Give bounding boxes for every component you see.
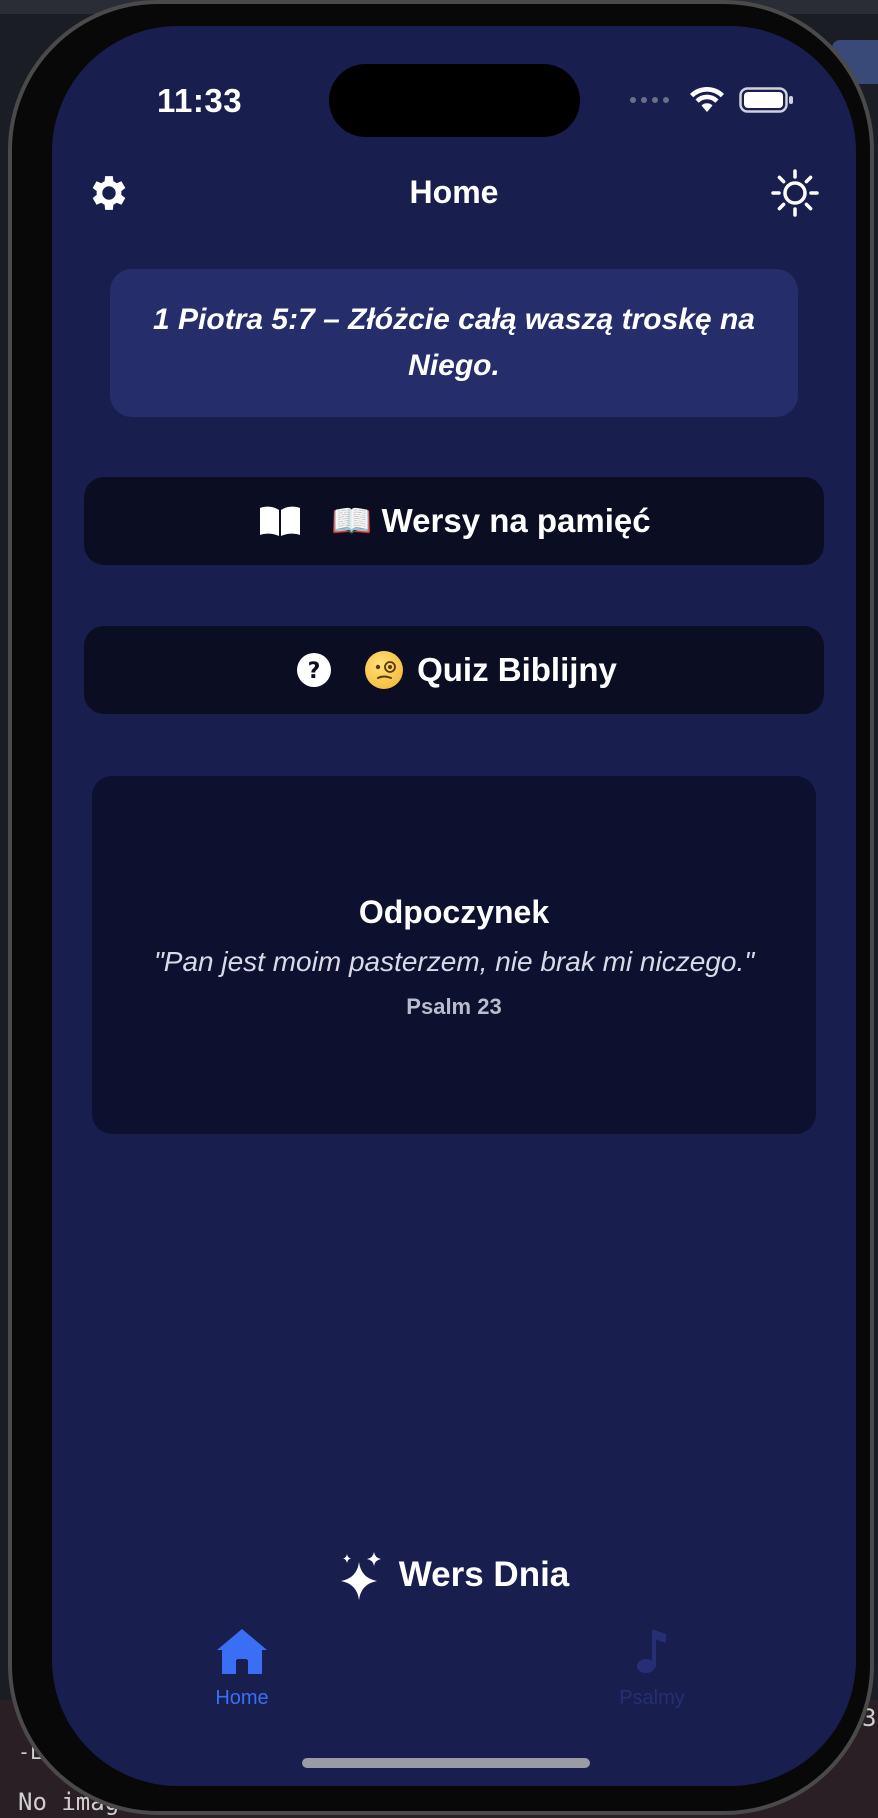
tab-home[interactable]: Home <box>152 1626 332 1710</box>
dynamic-island <box>329 64 580 137</box>
sparkles-icon <box>340 1552 381 1600</box>
page-title: Home <box>409 174 499 210</box>
memory-verses-label: 📖 Wersy na pamięć <box>331 501 651 539</box>
sun-icon[interactable] <box>770 168 820 218</box>
bible-quiz-label: Quiz Biblijny <box>417 651 617 688</box>
status-icons <box>630 86 795 114</box>
mood-quote: "Pan jest moim pasterzem, nie brak mi ni… <box>153 946 755 977</box>
verse-card[interactable]: 1 Piotra 5:7 – Złóżcie całą waszą troskę… <box>110 269 798 417</box>
bible-quiz-button[interactable]: ? Quiz Biblijny <box>84 626 824 714</box>
status-time: 11:33 <box>157 82 243 119</box>
monocle-face-icon <box>365 651 404 689</box>
tab-home-label: Home <box>215 1687 269 1709</box>
mood-title: Odpoczynek <box>358 894 550 930</box>
music-note-icon <box>637 1630 666 1673</box>
tab-psalmy-label: Psalmy <box>619 1687 685 1709</box>
memory-verses-button[interactable]: 📖 Wersy na pamięć <box>84 477 824 565</box>
app-screen: 11:33 Home 1 Piotra 5:7 – Złóżcie całą w… <box>52 26 856 1786</box>
verse-of-day-label: Wers Dnia <box>398 1555 570 1594</box>
verse-of-day-button[interactable]: Wers Dnia <box>52 1550 856 1600</box>
wifi-icon <box>690 86 724 112</box>
mood-card[interactable]: Odpoczynek "Pan jest moim pasterzem, nie… <box>92 776 816 1134</box>
tab-psalmy[interactable]: Psalmy <box>562 1626 742 1710</box>
cellular-dots-icon <box>630 97 669 103</box>
phone-frame: 11:33 Home 1 Piotra 5:7 – Złóżcie całą w… <box>8 0 874 1815</box>
question-circle-icon: ? <box>291 647 337 693</box>
verse-text: 1 Piotra 5:7 – Złóżcie całą waszą troskę… <box>153 303 755 382</box>
mood-reference: Psalm 23 <box>406 994 502 1019</box>
house-icon <box>217 1629 267 1674</box>
home-indicator <box>302 1758 590 1768</box>
battery-icon <box>739 87 793 113</box>
open-book-icon <box>257 498 303 544</box>
svg-text:?: ? <box>308 659 321 684</box>
